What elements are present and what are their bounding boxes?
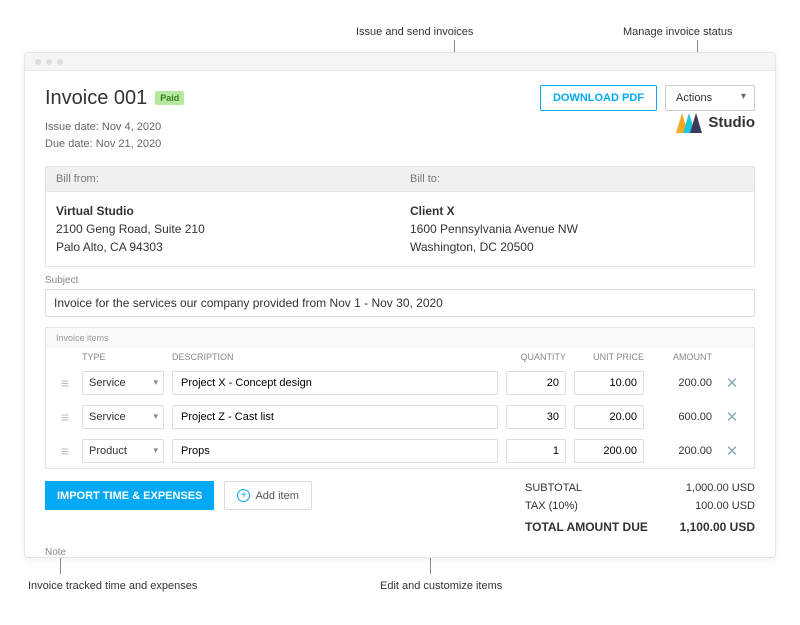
bill-from-line1: 2100 Geng Road, Suite 210 xyxy=(56,220,390,238)
issue-date: Issue date: Nov 4, 2020 xyxy=(45,119,161,136)
import-time-expenses-button[interactable]: IMPORT TIME & EXPENSES xyxy=(45,481,214,510)
drag-handle-icon[interactable]: ≡ xyxy=(56,376,74,390)
unit-price-input[interactable] xyxy=(574,405,644,429)
subtotal-value: 1,000.00 USD xyxy=(655,482,755,494)
logo-icon xyxy=(676,111,702,133)
col-amt: AMOUNT xyxy=(652,352,712,362)
col-desc: DESCRIPTION xyxy=(172,352,498,362)
quantity-input[interactable] xyxy=(506,371,566,395)
bill-from-block: Virtual Studio 2100 Geng Road, Suite 210… xyxy=(46,192,400,266)
add-item-label: Add item xyxy=(255,490,298,502)
bill-to-block: Client X 1600 Pennsylvania Avenue NW Was… xyxy=(400,192,754,266)
total-due-value: 1,100.00 USD xyxy=(655,520,755,534)
item-row: ≡ Service 200.00 ✕ xyxy=(46,366,754,400)
bill-to-line2: Washington, DC 20500 xyxy=(410,238,744,256)
annotation-edit-items: Edit and customize items xyxy=(380,580,502,592)
delete-row-icon[interactable]: ✕ xyxy=(720,374,744,392)
bill-header: Bill from: Bill to: xyxy=(45,166,755,192)
col-type: TYPE xyxy=(82,352,164,362)
subject-input[interactable] xyxy=(45,289,755,317)
item-row: ≡ Product 200.00 ✕ xyxy=(46,434,754,468)
annotation-manage-status: Manage invoice status xyxy=(623,26,732,38)
delete-row-icon[interactable]: ✕ xyxy=(720,442,744,460)
plus-circle-icon: + xyxy=(237,489,250,502)
total-due-label: TOTAL AMOUNT DUE xyxy=(525,520,655,534)
traffic-light-dot xyxy=(57,59,63,65)
bill-to-name: Client X xyxy=(410,202,744,220)
traffic-light-dot xyxy=(46,59,52,65)
bill-body: Virtual Studio 2100 Geng Road, Suite 210… xyxy=(45,192,755,267)
description-input[interactable] xyxy=(172,371,498,395)
download-pdf-button[interactable]: DOWNLOAD PDF xyxy=(540,85,657,111)
drag-handle-icon[interactable]: ≡ xyxy=(56,410,74,424)
type-select[interactable]: Product xyxy=(82,439,164,463)
note-label: Note xyxy=(45,547,755,558)
bill-from-line2: Palo Alto, CA 94303 xyxy=(56,238,390,256)
window-titlebar xyxy=(25,53,775,71)
invoice-items: Invoice items TYPE DESCRIPTION QUANTITY … xyxy=(45,327,755,469)
drag-handle-icon[interactable]: ≡ xyxy=(56,444,74,458)
bill-from-label: Bill from: xyxy=(46,167,400,191)
actions-dropdown[interactable]: Actions xyxy=(665,85,755,111)
quantity-input[interactable] xyxy=(506,405,566,429)
subject-label: Subject xyxy=(45,275,755,286)
col-unit: UNIT PRICE xyxy=(574,352,644,362)
amount-cell: 200.00 xyxy=(652,445,712,457)
traffic-light-dot xyxy=(35,59,41,65)
unit-price-input[interactable] xyxy=(574,439,644,463)
type-select[interactable]: Service xyxy=(82,405,164,429)
unit-price-input[interactable] xyxy=(574,371,644,395)
app-window: Invoice 001 Paid DOWNLOAD PDF Actions Is… xyxy=(24,52,776,558)
amount-cell: 200.00 xyxy=(652,377,712,389)
add-item-button[interactable]: + Add item xyxy=(224,481,311,510)
tax-label: TAX (10%) xyxy=(525,500,655,512)
page-title: Invoice 001 xyxy=(45,87,147,110)
col-qty: QUANTITY xyxy=(506,352,566,362)
subtotal-label: SUBTOTAL xyxy=(525,482,655,494)
dates-block: Issue date: Nov 4, 2020 Due date: Nov 21… xyxy=(45,119,161,152)
items-section-label: Invoice items xyxy=(46,328,754,348)
bill-to-label: Bill to: xyxy=(400,167,754,191)
totals-block: SUBTOTAL 1,000.00 USD TAX (10%) 100.00 U… xyxy=(515,479,755,537)
annotation-tracked: Invoice tracked time and expenses xyxy=(28,580,197,592)
type-select[interactable]: Service xyxy=(82,371,164,395)
annotation-issue-send: Issue and send invoices xyxy=(356,26,473,38)
amount-cell: 600.00 xyxy=(652,411,712,423)
bill-to-line1: 1600 Pennsylvania Avenue NW xyxy=(410,220,744,238)
item-row: ≡ Service 600.00 ✕ xyxy=(46,400,754,434)
description-input[interactable] xyxy=(172,405,498,429)
due-date: Due date: Nov 21, 2020 xyxy=(45,136,161,153)
items-header: TYPE DESCRIPTION QUANTITY UNIT PRICE AMO… xyxy=(46,348,754,366)
tax-value: 100.00 USD xyxy=(655,500,755,512)
description-input[interactable] xyxy=(172,439,498,463)
company-logo: Studio xyxy=(676,111,755,133)
logo-text: Studio xyxy=(708,114,755,131)
quantity-input[interactable] xyxy=(506,439,566,463)
delete-row-icon[interactable]: ✕ xyxy=(720,408,744,426)
status-badge: Paid xyxy=(155,91,184,105)
bill-from-name: Virtual Studio xyxy=(56,202,390,220)
